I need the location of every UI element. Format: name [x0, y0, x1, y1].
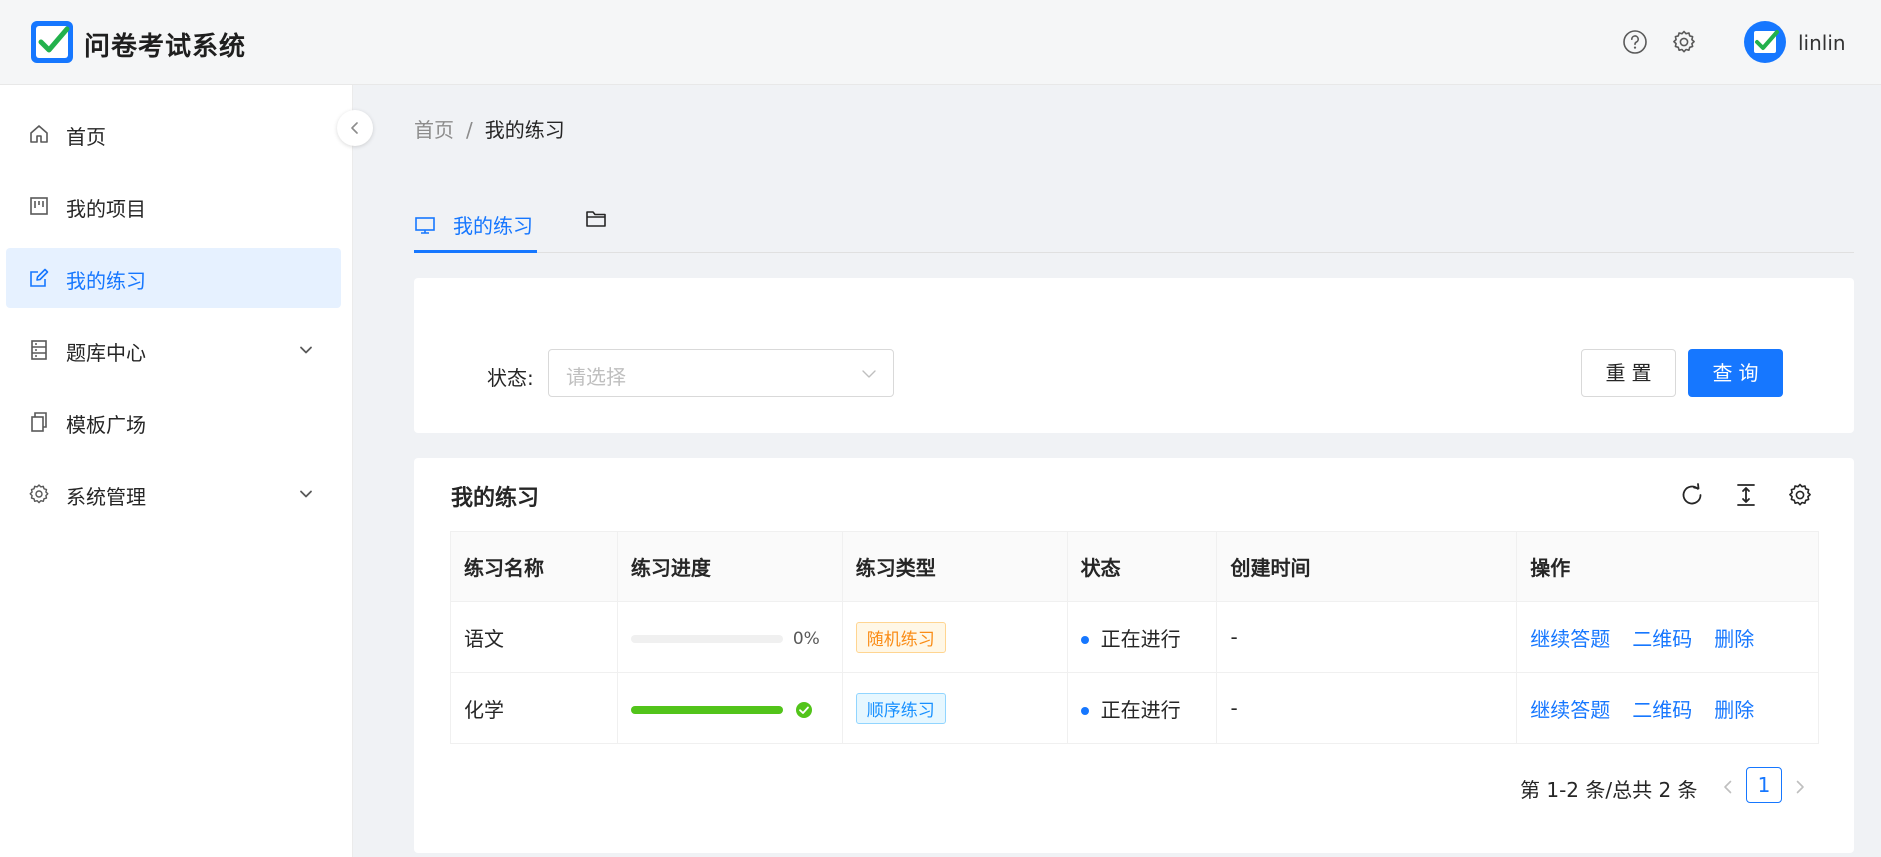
- sidebar: 首页 我的项目 我的练习 题库中心 模板广场 系统管理: [0, 85, 353, 857]
- database-icon: [31, 340, 47, 360]
- created-time: -: [1216, 601, 1518, 673]
- status-text: 正在进行: [1100, 697, 1181, 722]
- monitor-icon: [415, 217, 435, 234]
- type-tag: 随机练习: [855, 621, 946, 653]
- column-header-actions: 操作: [1516, 531, 1819, 602]
- chevron-down-icon: [300, 490, 312, 498]
- qrcode-link[interactable]: 二维码: [1632, 627, 1692, 651]
- sidebar-item-my-practice[interactable]: 我的练习: [6, 248, 341, 308]
- continue-answer-link[interactable]: 继续答题: [1530, 627, 1610, 651]
- type-cell: 顺序练习: [841, 672, 1068, 744]
- progress-cell: 0%: [616, 601, 843, 673]
- practice-name: 语文: [450, 601, 618, 673]
- type-cell: 随机练习: [841, 601, 1068, 673]
- sidebar-item-home[interactable]: 首页: [6, 104, 341, 164]
- breadcrumb-separator: /: [466, 118, 473, 142]
- sidebar-item-templates[interactable]: 模板广场: [6, 392, 341, 452]
- breadcrumb-home[interactable]: 首页: [414, 118, 454, 142]
- table-settings-icon[interactable]: [1787, 482, 1813, 508]
- filter-panel: 状态: 请选择 重置 查询: [414, 278, 1854, 433]
- practice-table-card: 我的练习 练习名称 练习进度 练习类型 状态 创建时间 操作 语文 0% 随机练…: [414, 458, 1854, 853]
- sidebar-item-system[interactable]: 系统管理: [6, 464, 341, 524]
- status-select[interactable]: 请选择: [548, 349, 894, 397]
- column-header-created: 创建时间: [1216, 531, 1518, 602]
- sidebar-item-label: 题库中心: [66, 341, 146, 365]
- chevron-left-icon[interactable]: [1719, 778, 1737, 796]
- sidebar-item-projects[interactable]: 我的项目: [6, 176, 341, 236]
- chevron-right-icon[interactable]: [1791, 778, 1809, 796]
- practice-name: 化学: [450, 672, 618, 744]
- practice-table: 练习名称 练习进度 练习类型 状态 创建时间 操作 语文 0% 随机练习 正在进…: [450, 531, 1819, 744]
- sidebar-item-label: 模板广场: [66, 413, 146, 437]
- logo-icon[interactable]: [30, 20, 74, 64]
- progress-fill: [630, 705, 783, 714]
- actions-cell: 继续答题 二维码 删除: [1516, 672, 1819, 744]
- copy-icon: [31, 412, 47, 432]
- status-dot: [1080, 707, 1089, 715]
- chevron-down-icon: [300, 346, 312, 354]
- progress-bar: [630, 705, 783, 714]
- pagination-page-1[interactable]: 1: [1746, 767, 1782, 803]
- query-button[interactable]: 查询: [1688, 349, 1783, 397]
- avatar[interactable]: [1744, 21, 1786, 63]
- tab-label: 我的练习: [453, 214, 533, 238]
- status-text: 正在进行: [1100, 626, 1181, 651]
- sidebar-item-label: 我的项目: [66, 197, 146, 221]
- column-height-icon[interactable]: [1733, 482, 1759, 508]
- app-title: 问卷考试系统: [84, 32, 247, 62]
- column-header-type: 练习类型: [841, 531, 1068, 602]
- column-header-progress: 练习进度: [616, 531, 843, 602]
- check-circle-icon: [795, 701, 812, 718]
- column-header-status: 状态: [1066, 531, 1218, 602]
- sidebar-item-label: 系统管理: [66, 485, 146, 509]
- tab-my-practice[interactable]: 我的练习: [414, 208, 537, 253]
- table-header-row: 练习名称 练习进度 练习类型 状态 创建时间 操作: [450, 531, 1819, 602]
- tab-bar: 我的练习: [414, 190, 1854, 253]
- home-icon: [30, 125, 48, 143]
- sidebar-item-label: 首页: [66, 125, 106, 149]
- delete-link[interactable]: 删除: [1714, 698, 1754, 722]
- edit-icon: [30, 268, 49, 287]
- breadcrumb-current: 我的练习: [484, 118, 565, 142]
- chevron-left-icon: [351, 122, 358, 134]
- status-filter-label: 状态:: [487, 366, 534, 390]
- reset-button[interactable]: 重置: [1581, 349, 1676, 397]
- table-title: 我的练习: [451, 486, 540, 511]
- column-header-name: 练习名称: [450, 531, 618, 602]
- sidebar-item-question-bank[interactable]: 题库中心: [6, 320, 341, 380]
- continue-answer-link[interactable]: 继续答题: [1530, 698, 1610, 722]
- progress-percent: 0%: [792, 628, 820, 649]
- status-dot: [1080, 636, 1089, 644]
- status-select-placeholder: 请选择: [566, 365, 626, 389]
- chevron-down-icon: [862, 370, 876, 378]
- sidebar-item-label: 我的练习: [66, 269, 146, 293]
- actions-cell: 继续答题 二维码 删除: [1516, 601, 1819, 673]
- refresh-icon[interactable]: [1679, 482, 1705, 508]
- help-icon[interactable]: [1622, 29, 1648, 55]
- status-cell: 正在进行: [1066, 601, 1218, 673]
- created-time: -: [1216, 672, 1518, 744]
- progress-cell: [616, 672, 843, 744]
- settings-icon[interactable]: [1671, 29, 1697, 55]
- pagination-total: 第 1-2 条/总共 2 条: [1520, 778, 1698, 802]
- delete-link[interactable]: 删除: [1714, 627, 1754, 651]
- top-header: 问卷考试系统 linlin: [0, 0, 1881, 85]
- breadcrumb: 首页 / 我的练习: [414, 114, 565, 143]
- progress-bar: [630, 634, 783, 643]
- table-row: 化学 顺序练习 正在进行 - 继续答题 二维码 删除: [450, 672, 1819, 744]
- status-cell: 正在进行: [1066, 672, 1218, 744]
- qrcode-link[interactable]: 二维码: [1632, 698, 1692, 722]
- type-tag: 顺序练习: [855, 692, 946, 724]
- project-icon: [30, 197, 48, 215]
- folder-icon[interactable]: [584, 207, 608, 231]
- sidebar-collapse-button[interactable]: [337, 110, 373, 146]
- username[interactable]: linlin: [1798, 31, 1846, 55]
- table-row: 语文 0% 随机练习 正在进行 - 继续答题 二维码 删除: [450, 601, 1819, 673]
- gear-icon: [29, 484, 49, 504]
